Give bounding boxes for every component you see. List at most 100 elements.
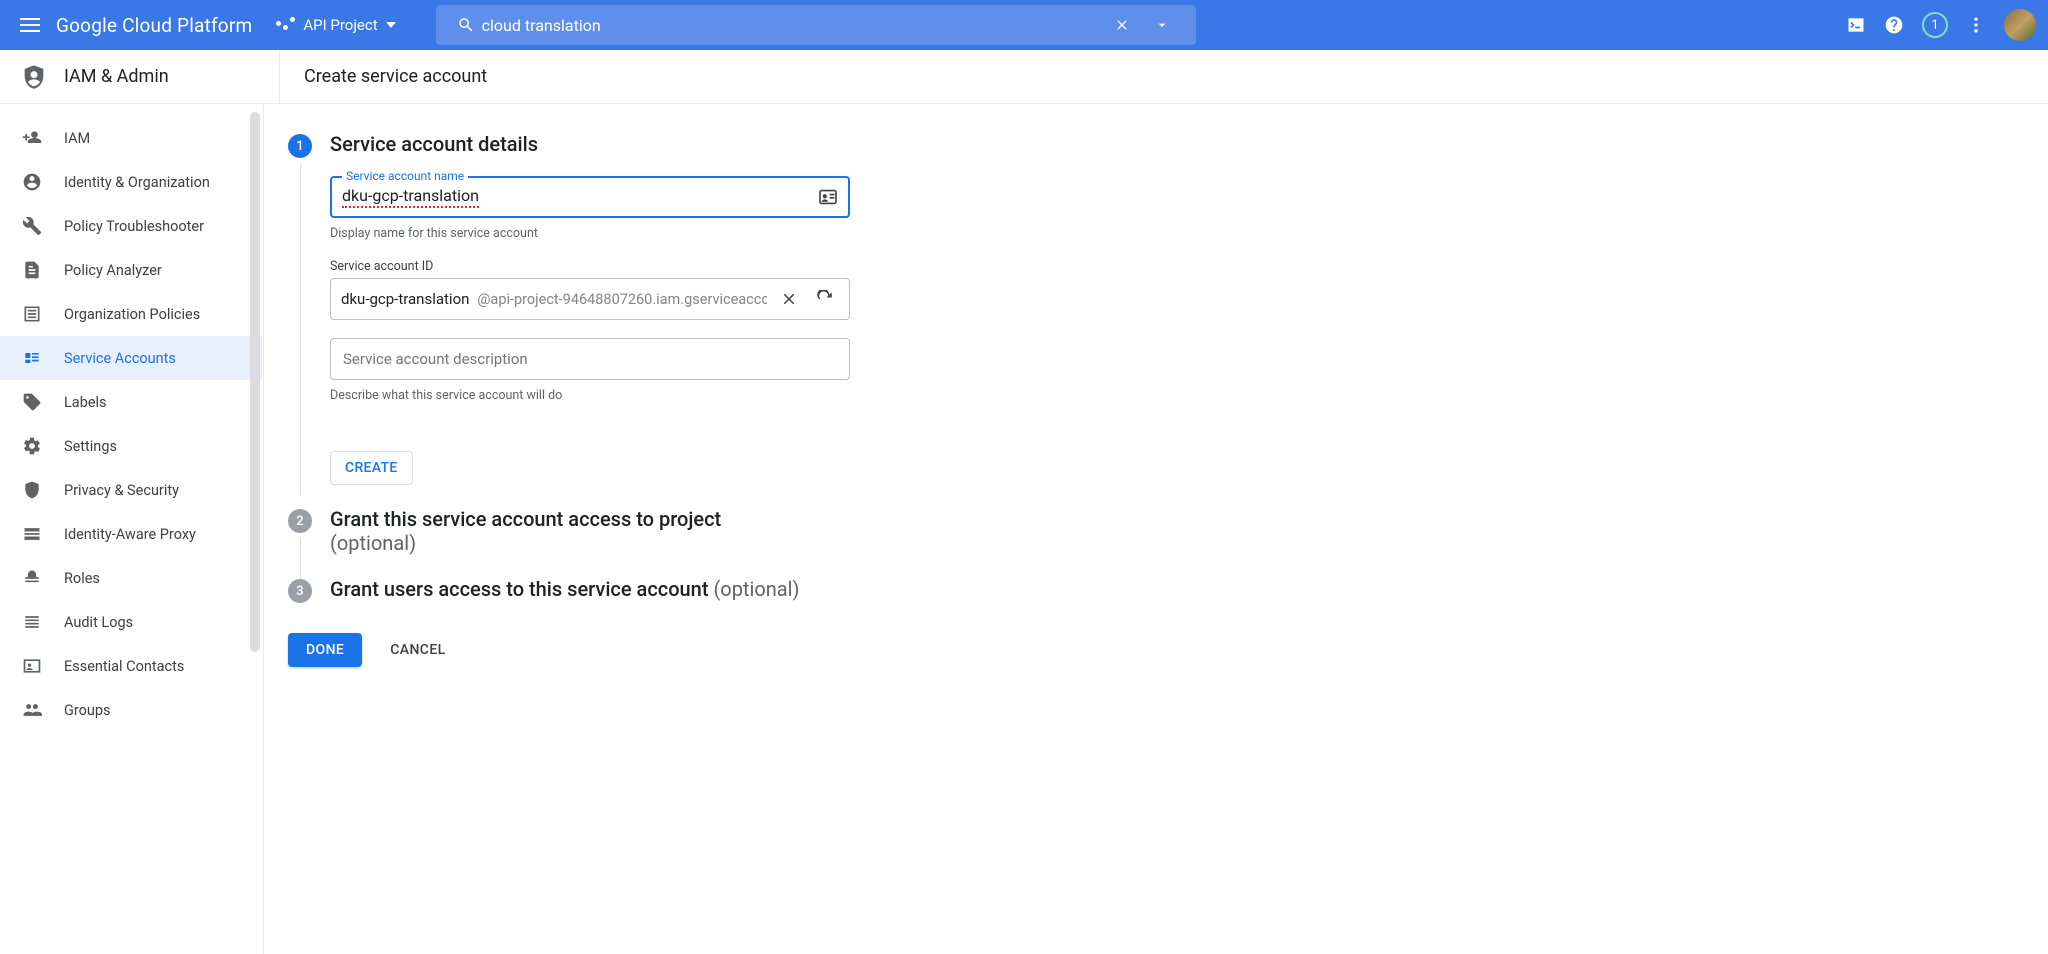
sidebar-item-audit-logs[interactable]: Audit Logs xyxy=(0,600,262,644)
sidebar-item-label: Settings xyxy=(64,438,117,455)
search-icon xyxy=(456,15,476,35)
id-card-icon[interactable] xyxy=(818,189,838,205)
groups-icon xyxy=(22,700,42,720)
done-button[interactable]: DONE xyxy=(288,633,362,667)
sidebar-item-label: Essential Contacts xyxy=(64,658,184,675)
step-3[interactable]: 3 Grant users access to this service acc… xyxy=(288,579,2024,615)
sidebar-item-settings[interactable]: Settings xyxy=(0,424,262,468)
product-header: IAM & Admin xyxy=(0,50,280,103)
service-account-name-field[interactable]: Service account name dku-gcp-translation xyxy=(330,176,850,218)
sidebar-item-iam[interactable]: IAM xyxy=(0,116,262,160)
menu-icon[interactable] xyxy=(20,13,44,37)
contact-card-icon xyxy=(22,656,42,676)
notifications-badge[interactable]: 1 xyxy=(1922,12,1948,38)
service-account-id-field[interactable]: dku-gcp-translation @api-project-9464880… xyxy=(330,278,850,320)
step-1-title: Service account details xyxy=(330,132,2024,156)
step-3-title: Grant users access to this service accou… xyxy=(330,577,2024,601)
sidebar-item-roles[interactable]: Roles xyxy=(0,556,262,600)
step-1-badge: 1 xyxy=(288,134,312,158)
account-circle-icon xyxy=(22,172,42,192)
sidebar-item-label: Audit Logs xyxy=(64,614,133,631)
sidebar-item-label: IAM xyxy=(64,130,90,147)
bottom-actions: DONE CANCEL xyxy=(288,633,2024,667)
hat-icon xyxy=(22,568,42,588)
sidebar-item-label: Labels xyxy=(64,394,107,411)
person-add-icon xyxy=(22,128,42,148)
section-header: IAM & Admin Create service account xyxy=(0,50,2048,104)
iap-icon xyxy=(22,524,42,544)
service-account-description-group: Describe what this service account will … xyxy=(330,338,850,403)
gear-icon xyxy=(22,436,42,456)
top-right-actions: 1 xyxy=(1846,9,2036,41)
sidebar: IAM Identity & Organization Policy Troub… xyxy=(0,104,263,954)
policy-doc-icon xyxy=(22,260,42,280)
page-title: Create service account xyxy=(280,66,487,87)
service-account-name-label: Service account name xyxy=(342,169,468,183)
main-content: 1 Service account details Service accoun… xyxy=(263,104,2048,954)
sidebar-item-label: Identity & Organization xyxy=(64,174,210,191)
sidebar-item-organization-policies[interactable]: Organization Policies xyxy=(0,292,262,336)
tag-icon xyxy=(22,392,42,412)
help-icon[interactable] xyxy=(1884,15,1904,35)
sidebar-item-labels[interactable]: Labels xyxy=(0,380,262,424)
clear-search-icon[interactable] xyxy=(1112,15,1132,35)
sidebar-item-essential-contacts[interactable]: Essential Contacts xyxy=(0,644,262,688)
project-name: API Project xyxy=(303,16,377,34)
sidebar-item-label: Organization Policies xyxy=(64,306,200,323)
step-2-badge: 2 xyxy=(288,509,312,533)
step-2-optional: (optional) xyxy=(330,531,416,555)
brand-logo[interactable]: Google Cloud Platform xyxy=(56,14,252,37)
sidebar-item-iap[interactable]: Identity-Aware Proxy xyxy=(0,512,262,556)
service-account-description-helper: Describe what this service account will … xyxy=(330,388,850,403)
service-account-id-value: dku-gcp-translation xyxy=(341,290,469,308)
step-2[interactable]: 2 Grant this service account access to p… xyxy=(288,509,2024,579)
top-app-bar: Google Cloud Platform API Project 1 xyxy=(0,0,2048,50)
sidebar-item-label: Groups xyxy=(64,702,111,719)
project-dots-icon xyxy=(276,21,295,30)
search-box[interactable] xyxy=(436,5,1196,45)
project-picker[interactable]: API Project xyxy=(276,16,395,34)
service-account-id-suffix: @api-project-94648807260.iam.gserviceacc… xyxy=(477,291,767,308)
cloud-shell-icon[interactable] xyxy=(1846,15,1866,35)
cancel-button[interactable]: CANCEL xyxy=(390,642,445,658)
sidebar-item-privacy-security[interactable]: Privacy & Security xyxy=(0,468,262,512)
user-avatar[interactable] xyxy=(2004,9,2036,41)
service-account-name-value: dku-gcp-translation xyxy=(342,186,479,208)
sidebar-item-groups[interactable]: Groups xyxy=(0,688,262,732)
search-dropdown-icon[interactable] xyxy=(1152,15,1172,35)
shield-icon xyxy=(22,480,42,500)
sidebar-item-identity-org[interactable]: Identity & Organization xyxy=(0,160,262,204)
sidebar-item-label: Privacy & Security xyxy=(64,482,179,499)
service-account-description-input[interactable] xyxy=(343,350,837,368)
step-3-badge: 3 xyxy=(288,579,312,603)
sidebar-item-policy-troubleshooter[interactable]: Policy Troubleshooter xyxy=(0,204,262,248)
chevron-down-icon xyxy=(386,22,396,28)
step-2-title: Grant this service account access to pro… xyxy=(330,507,2024,555)
wrench-icon xyxy=(22,216,42,236)
service-account-description-field[interactable] xyxy=(330,338,850,380)
service-account-name-group: Service account name dku-gcp-translation… xyxy=(330,176,850,241)
product-title: IAM & Admin xyxy=(64,66,169,87)
more-vert-icon[interactable] xyxy=(1966,15,1986,35)
service-account-id-label: Service account ID xyxy=(330,259,850,274)
service-account-id-group: Service account ID dku-gcp-translation @… xyxy=(330,259,850,320)
logs-icon xyxy=(22,612,42,632)
sidebar-scrollbar[interactable] xyxy=(247,104,262,954)
refresh-id-icon[interactable] xyxy=(811,290,839,308)
list-alt-icon xyxy=(22,304,42,324)
sidebar-item-label: Service Accounts xyxy=(64,350,176,367)
sidebar-item-label: Roles xyxy=(64,570,100,587)
sidebar-item-label: Identity-Aware Proxy xyxy=(64,526,196,543)
service-account-icon xyxy=(22,348,42,368)
sidebar-item-label: Policy Analyzer xyxy=(64,262,162,279)
create-button[interactable]: CREATE xyxy=(330,451,413,485)
step-1: 1 Service account details Service accoun… xyxy=(288,134,2024,495)
sidebar-item-service-accounts[interactable]: Service Accounts xyxy=(0,336,262,380)
sidebar-item-policy-analyzer[interactable]: Policy Analyzer xyxy=(0,248,262,292)
step-3-optional: (optional) xyxy=(713,577,799,601)
clear-id-icon[interactable] xyxy=(775,290,803,308)
search-input[interactable] xyxy=(482,16,1106,35)
service-account-name-helper: Display name for this service account xyxy=(330,226,850,241)
iam-shield-icon xyxy=(20,63,48,91)
sidebar-item-label: Policy Troubleshooter xyxy=(64,218,204,235)
